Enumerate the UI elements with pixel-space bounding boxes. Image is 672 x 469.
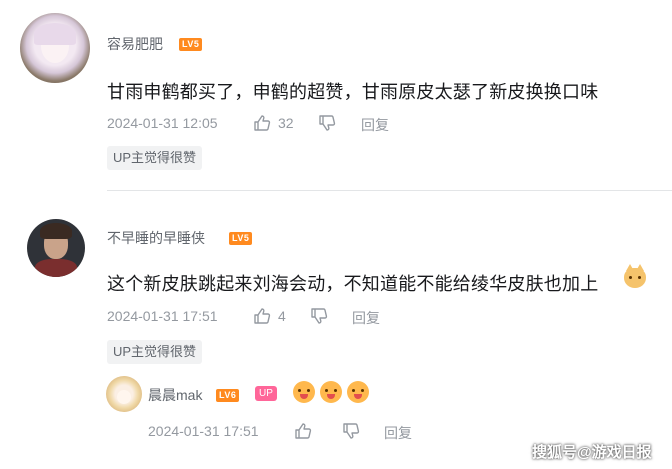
- comment-text: 甘雨申鹤都买了，申鹤的超赞，甘雨原皮太瑟了新皮换换口味: [107, 82, 599, 102]
- dislike-icon[interactable]: [310, 307, 328, 325]
- reply-user-avatar[interactable]: [106, 376, 142, 412]
- reply-button[interactable]: 回复: [361, 115, 389, 135]
- like-icon[interactable]: [253, 114, 271, 132]
- comment-time: 2024-01-31 17:51: [107, 308, 218, 324]
- like-icon[interactable]: [294, 422, 312, 440]
- reply-button[interactable]: 回复: [352, 308, 380, 328]
- like-count: 32: [278, 115, 294, 131]
- level-badge: LV6: [216, 387, 240, 405]
- dislike-icon[interactable]: [318, 114, 336, 132]
- user-avatar[interactable]: [27, 219, 85, 277]
- reply-time: 2024-01-31 17:51: [148, 423, 259, 439]
- up-liked-tag: UP主觉得很赞: [107, 340, 203, 364]
- reply-button[interactable]: 回复: [384, 423, 412, 443]
- blush-emoji-icon: [347, 381, 369, 403]
- reply-username[interactable]: 晨晨mak: [148, 385, 202, 405]
- level-badge: LV5: [179, 36, 203, 54]
- like-icon[interactable]: [253, 307, 271, 325]
- up-badge: UP: [255, 385, 277, 403]
- up-liked-tag: UP主觉得很赞: [107, 146, 203, 170]
- comment-username[interactable]: 容易肥肥: [107, 34, 163, 54]
- watermark: 搜狐号@游戏日报: [532, 444, 652, 461]
- level-badge: LV5: [229, 230, 253, 248]
- comment-username[interactable]: 不早睡的早睡侠: [107, 228, 205, 248]
- user-avatar[interactable]: [20, 13, 90, 83]
- comment-divider: [107, 190, 672, 191]
- cat-emoji-icon: [624, 264, 646, 288]
- blush-emoji-icon: [320, 381, 342, 403]
- dislike-icon[interactable]: [342, 422, 360, 440]
- blush-emoji-icon: [293, 381, 315, 403]
- comment-text: 这个新皮肤跳起来刘海会动，不知道能不能给绫华皮肤也加上: [107, 274, 599, 294]
- comment-time: 2024-01-31 12:05: [107, 115, 218, 131]
- like-count: 4: [278, 308, 286, 324]
- emoji-group: [293, 381, 373, 407]
